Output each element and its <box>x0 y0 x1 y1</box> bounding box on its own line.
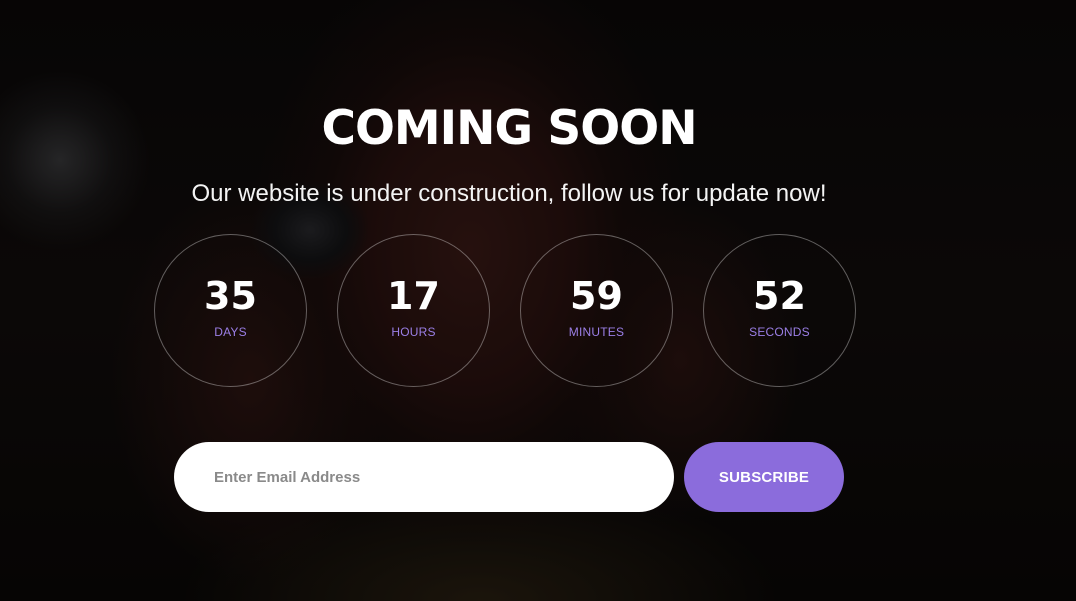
subscribe-button[interactable]: SUBSCRIBE <box>684 442 844 512</box>
countdown-value: 17 <box>387 273 440 318</box>
countdown-unit: MINUTES <box>568 324 625 339</box>
subscribe-form: SUBSCRIBE <box>174 442 844 512</box>
countdown-unit: HOURS <box>391 324 436 339</box>
countdown-value: 52 <box>753 273 806 318</box>
countdown-value: 35 <box>204 273 257 318</box>
page-title: COMING SOON <box>321 101 697 157</box>
countdown-hours: 17 HOURS <box>337 234 490 387</box>
countdown-timer: 35 DAYS 17 HOURS 59 MINUTES 52 SECONDS <box>154 234 856 387</box>
email-input[interactable] <box>174 442 674 512</box>
page-subtitle: Our website is under construction, follo… <box>191 180 827 207</box>
coming-soon-page: COMING SOON Our website is under constru… <box>0 0 1076 601</box>
hero-content: COMING SOON Our website is under constru… <box>0 0 1076 601</box>
countdown-unit: SECONDS <box>749 324 810 339</box>
countdown-days: 35 DAYS <box>154 234 307 387</box>
countdown-minutes: 59 MINUTES <box>520 234 673 387</box>
countdown-value: 59 <box>570 273 623 318</box>
countdown-unit: DAYS <box>214 324 247 339</box>
countdown-seconds: 52 SECONDS <box>703 234 856 387</box>
